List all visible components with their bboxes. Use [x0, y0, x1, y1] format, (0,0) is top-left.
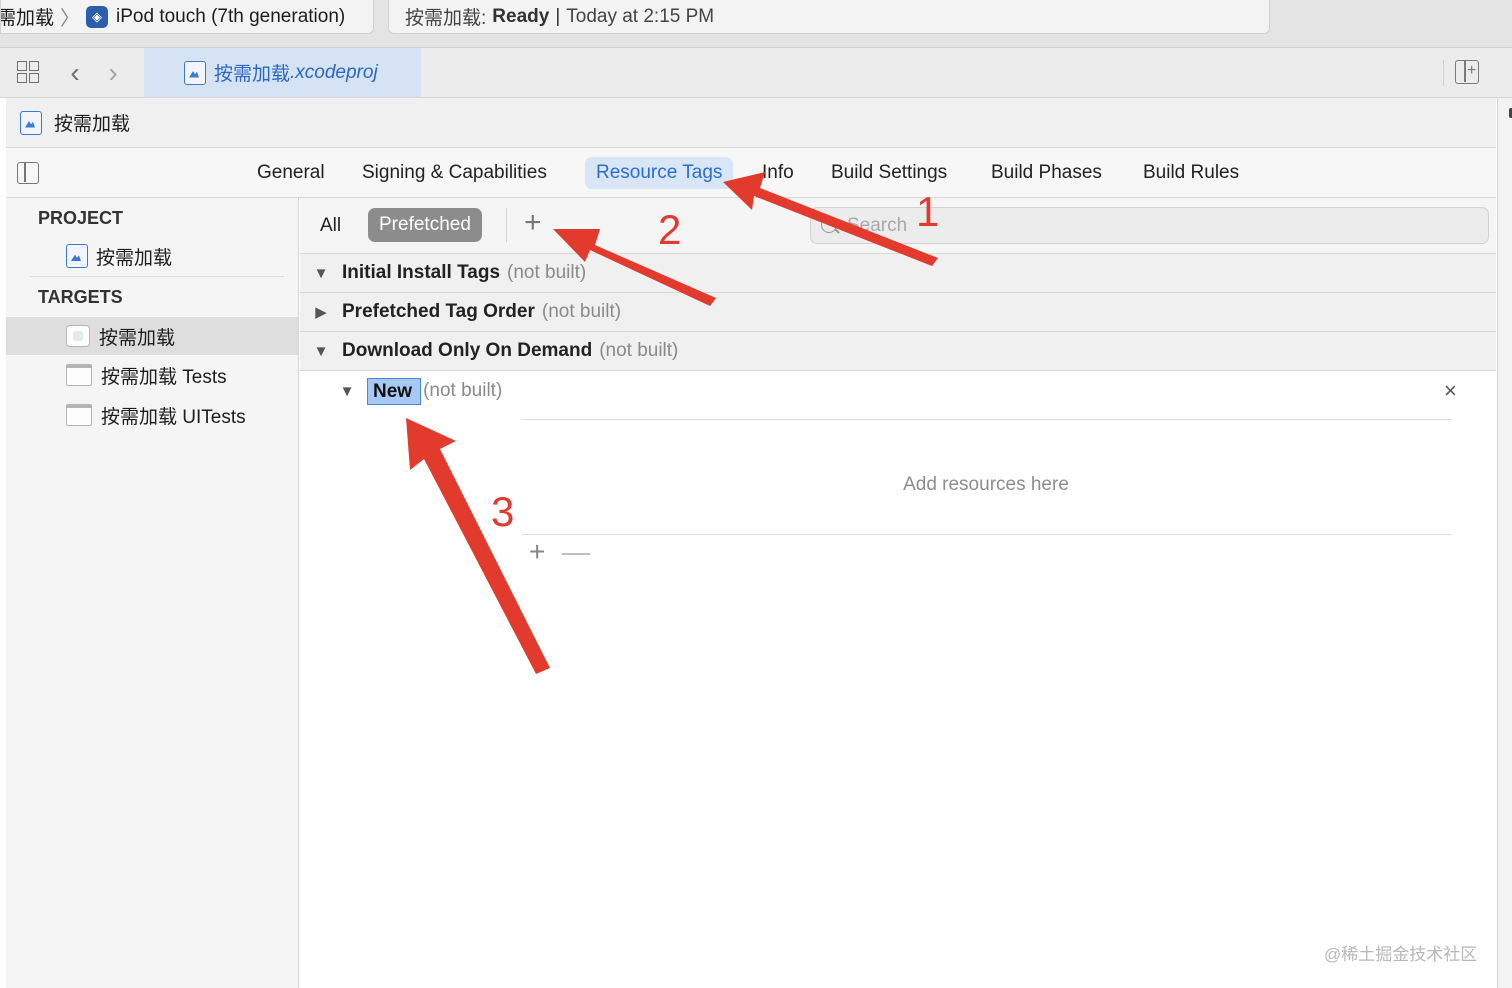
- tab-general[interactable]: General: [257, 157, 325, 189]
- disclosure-right-icon[interactable]: ▶: [300, 303, 342, 321]
- sidebar-toggle-icon[interactable]: [17, 162, 39, 184]
- status-time: Today at 2:15 PM: [566, 5, 715, 27]
- resource-list-top-border: [522, 419, 1452, 420]
- navigator-project-item[interactable]: 按需加载: [66, 239, 172, 273]
- chevron-right-icon: 〉: [60, 8, 81, 30]
- target-label: 按需加载: [99, 327, 176, 349]
- project-navigator: PROJECT 按需加载 TARGETS 按需加载 按需加载 Tests 按需加…: [6, 198, 299, 988]
- scheme-project-label: 需加载: [0, 8, 55, 29]
- tag-note: (not built): [423, 380, 503, 401]
- project-heading: PROJECT: [38, 208, 124, 228]
- section-note: (not built): [507, 262, 587, 283]
- filter-all-button[interactable]: All: [320, 215, 341, 237]
- annotation-number-3: 3: [491, 488, 515, 535]
- device-icon: ◈: [86, 5, 109, 28]
- tag-row: ▼ New (not built) ×: [300, 372, 1496, 410]
- project-editor-tabs: General Signing & Capabilities Resource …: [6, 148, 1496, 198]
- editor-tab-bar: ‹ › 按需加载 .xcodeproj +: [0, 48, 1512, 98]
- file-tab-ext: .xcodeproj: [290, 61, 378, 83]
- resource-drop-area[interactable]: Add resources here: [300, 474, 1512, 496]
- search-icon: [821, 217, 837, 233]
- toolbar-divider: [1443, 60, 1444, 86]
- search-field[interactable]: [810, 207, 1489, 244]
- annotation-number-2: 2: [658, 206, 682, 253]
- close-icon[interactable]: ×: [1444, 378, 1457, 404]
- add-resource-button[interactable]: +: [529, 536, 545, 568]
- resource-list-bottom-border: [522, 534, 1452, 535]
- app-target-icon: [66, 325, 90, 347]
- remove-resource-button[interactable]: —: [562, 536, 590, 568]
- filter-bar: All Prefetched +: [300, 198, 1496, 254]
- filter-prefetched-button[interactable]: Prefetched: [368, 208, 482, 242]
- status-separator: |: [555, 5, 561, 27]
- status-state: Ready: [492, 5, 550, 27]
- target-label: 按需加载 UITests: [101, 406, 246, 428]
- xcodeproj-file-icon: [184, 60, 206, 85]
- add-editor-icon[interactable]: +: [1455, 60, 1479, 84]
- section-title: Download Only On Demand: [342, 340, 593, 361]
- xcodeproj-file-icon: [20, 110, 42, 135]
- target-label: 按需加载 Tests: [101, 366, 227, 388]
- disclosure-down-icon[interactable]: ▼: [327, 383, 367, 400]
- navigator-divider: [30, 276, 284, 277]
- xcodeproj-file-icon: [66, 244, 88, 268]
- targets-heading: TARGETS: [38, 287, 123, 307]
- test-bundle-icon: [66, 364, 92, 386]
- tab-signing-capabilities[interactable]: Signing & Capabilities: [362, 157, 547, 189]
- file-tab-name: 按需加载: [214, 64, 291, 85]
- scheme-selector[interactable]: 需加载 〉 ◈ iPod touch (7th generation): [0, 0, 374, 34]
- add-resources-placeholder: Add resources here: [903, 474, 1069, 495]
- related-items-grid-icon[interactable]: [16, 60, 42, 86]
- file-tab-xcodeproj[interactable]: 按需加载 .xcodeproj: [144, 48, 421, 97]
- navigator-target-app[interactable]: 按需加载: [66, 319, 175, 353]
- back-chevron-icon[interactable]: ‹: [62, 59, 88, 87]
- navigator-target-uitests[interactable]: 按需加载 UITests: [66, 398, 246, 432]
- tab-build-phases[interactable]: Build Phases: [991, 157, 1102, 189]
- section-initial-install-tags[interactable]: ▼ Initial Install Tags (not built): [300, 254, 1496, 293]
- title-bar: 需加载 〉 ◈ iPod touch (7th generation) 按需加载…: [0, 0, 1512, 48]
- navigator-target-tests[interactable]: 按需加载 Tests: [66, 358, 227, 392]
- navigator-project-label: 按需加载: [96, 247, 173, 269]
- disclosure-down-icon[interactable]: ▼: [300, 343, 342, 360]
- activity-status: 按需加载: Ready | Today at 2:15 PM: [388, 0, 1270, 34]
- annotation-number-1: 1: [916, 188, 940, 235]
- tab-build-rules[interactable]: Build Rules: [1143, 157, 1239, 189]
- jump-bar: 按需加载: [6, 98, 1496, 148]
- tab-info[interactable]: Info: [762, 157, 794, 189]
- status-project: 按需加载:: [405, 8, 487, 29]
- add-tag-button[interactable]: +: [524, 206, 542, 240]
- disclosure-down-icon[interactable]: ▼: [300, 265, 342, 282]
- forward-chevron-icon[interactable]: ›: [100, 59, 126, 87]
- resource-tags-editor: All Prefetched + ▼ Initial Install Tags …: [300, 198, 1496, 988]
- scheme-device-label: iPod touch (7th generation): [116, 5, 346, 27]
- tab-resource-tags[interactable]: Resource Tags: [585, 157, 734, 189]
- section-title: Initial Install Tags: [342, 262, 501, 283]
- inspector-edge: [1497, 98, 1512, 988]
- test-bundle-icon: [66, 404, 92, 426]
- watermark: @稀土掘金技术社区: [1324, 945, 1478, 964]
- tab-build-settings[interactable]: Build Settings: [831, 157, 947, 189]
- section-note: (not built): [599, 340, 679, 361]
- section-download-only-on-demand[interactable]: ▼ Download Only On Demand (not built): [300, 332, 1496, 371]
- section-prefetched-tag-order[interactable]: ▶ Prefetched Tag Order (not built): [300, 293, 1496, 332]
- section-title: Prefetched Tag Order: [342, 301, 535, 322]
- project-title[interactable]: 按需加载: [54, 109, 130, 136]
- filter-divider: [506, 208, 507, 242]
- tag-name-field[interactable]: New: [367, 377, 422, 405]
- section-note: (not built): [541, 301, 622, 322]
